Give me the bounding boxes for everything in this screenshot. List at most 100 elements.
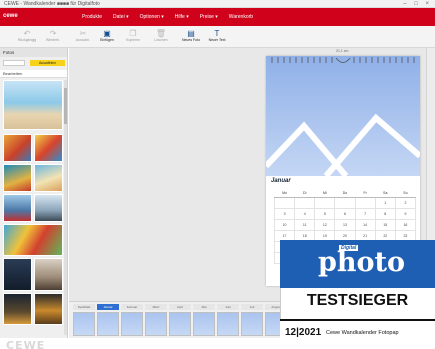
cut-icon: ✂ — [79, 29, 87, 38]
folder-label[interactable]: Bearbeiten — [0, 70, 67, 78]
filmstrip-page-label: März — [145, 304, 167, 310]
paste-button[interactable]: ▣ Einfügen — [94, 29, 120, 42]
calendar-day-cell[interactable]: 9 — [394, 207, 417, 220]
filmstrip-page-preview — [145, 312, 167, 336]
filmstrip-page-label: Mai — [193, 304, 215, 310]
photo-thumbnail[interactable] — [3, 258, 32, 291]
calendar-week-row: 10 11 12 13 14 15 16 — [273, 218, 417, 231]
new-text-label: Neuer Text — [208, 38, 226, 42]
weekday-header: Mi — [314, 189, 335, 198]
calendar-day-cell[interactable]: 16 — [394, 218, 417, 231]
calendar-day-cell[interactable]: 7 — [354, 207, 376, 220]
menu-item-hilfe[interactable]: Hilfe ▾ — [175, 14, 189, 20]
photo-thumbnail[interactable] — [34, 194, 63, 222]
copy-icon: ❐ — [129, 29, 137, 38]
undo-button[interactable]: ↶ Rückgängig — [14, 29, 40, 42]
calendar-day-cell[interactable]: 10 — [273, 218, 296, 231]
photo-thumbnail[interactable] — [3, 134, 32, 162]
filmstrip-page[interactable]: Juli — [241, 304, 263, 337]
new-photo-icon: ▤ — [187, 29, 195, 38]
toolbar: ↶ Rückgängig ↷ Wiederh. ✂ Ausschn. ▣ Einfüge… — [0, 26, 435, 48]
calendar-day-cell[interactable]: 8 — [374, 207, 396, 220]
filmstrip-page[interactable]: Juni — [217, 304, 239, 337]
calendar-month-title: Januar — [271, 178, 291, 184]
delete-button[interactable]: 🗑 Löschen — [148, 29, 174, 42]
filmstrip-page[interactable]: Januar — [97, 304, 119, 337]
new-photo-button[interactable]: ▤ Neues Foto — [178, 29, 204, 42]
filmstrip-page[interactable]: April — [169, 304, 191, 337]
calendar-day-cell[interactable]: 1 — [374, 196, 396, 209]
calendar-day-cell[interactable] — [294, 196, 316, 209]
filmstrip-page-preview — [121, 312, 143, 336]
undo-label: Rückgängig — [17, 38, 37, 42]
menu-item-produkte[interactable]: Produkte — [82, 14, 102, 20]
filmstrip-page-preview — [193, 312, 215, 336]
new-text-button[interactable]: T Neuer Text — [204, 29, 230, 42]
new-text-icon: T — [214, 29, 220, 38]
spiral-binding — [271, 57, 415, 63]
calendar-day-cell[interactable]: 2 — [394, 196, 417, 209]
filmstrip-page[interactable]: Februar — [121, 304, 143, 337]
filmstrip-page-label: April — [169, 304, 191, 310]
badge-issue: 12|2021 — [285, 327, 322, 338]
source-dropdown[interactable] — [3, 60, 25, 66]
photo-thumbnail[interactable] — [3, 194, 32, 222]
window-controls[interactable]: – □ × — [403, 0, 432, 7]
calendar-day-cell[interactable]: 14 — [354, 218, 376, 231]
badge-product: Cewe Wandkalender Fotopap — [326, 330, 399, 336]
photo-panel-scroll-thumb[interactable] — [64, 88, 67, 124]
calendar-week-row: 12 — [273, 196, 417, 209]
redo-button[interactable]: ↷ Wiederh. — [40, 29, 66, 42]
paste-icon: ▣ — [103, 29, 111, 38]
calendar-day-cell[interactable]: 13 — [334, 218, 356, 231]
photo-thumbnail[interactable] — [34, 258, 63, 291]
redo-icon: ↷ — [49, 29, 57, 38]
photo-panel-header: Fotos — [0, 48, 67, 57]
photo-thumbnail[interactable] — [3, 80, 63, 130]
calendar-day-cell[interactable] — [273, 196, 296, 209]
photo-thumbnail[interactable] — [3, 164, 32, 192]
photo-thumbnail[interactable] — [34, 164, 63, 192]
ruler-label: 21,1 cm — [336, 49, 349, 53]
weekday-header: Sa — [375, 189, 396, 198]
badge-magazine-name: photo — [318, 247, 405, 278]
photo-thumbnail[interactable] — [3, 293, 32, 325]
calendar-day-cell[interactable] — [314, 196, 336, 209]
calendar-day-cell[interactable]: 11 — [294, 218, 316, 231]
cut-label: Ausschn. — [75, 38, 91, 42]
new-photo-label: Neues Foto — [181, 38, 201, 42]
photo-thumbnail[interactable] — [3, 224, 63, 256]
app-window: CEWE - Wandkalender ■■■■ für Digitalfoto… — [0, 0, 435, 349]
badge-magazine-prefix: Digital — [339, 245, 359, 251]
weekday-header: Do — [334, 189, 356, 198]
photo-thumbnail[interactable] — [34, 134, 63, 162]
calendar-day-cell[interactable]: 15 — [374, 218, 396, 231]
weekday-header: So — [395, 189, 416, 198]
filmstrip-page[interactable]: Mai — [193, 304, 215, 337]
filmstrip-page-preview — [97, 312, 119, 336]
menu-item-datei[interactable]: Datei ▾ — [113, 14, 129, 20]
calendar-day-cell[interactable] — [334, 196, 356, 209]
filmstrip-page-label: Deckblatt — [73, 304, 95, 310]
calendar-day-cell[interactable]: 5 — [314, 207, 336, 220]
weekday-header: Fr — [355, 189, 376, 198]
calendar-day-cell[interactable]: 4 — [294, 207, 316, 220]
copy-button[interactable]: ❐ Kopieren — [120, 29, 146, 42]
filmstrip-page[interactable]: März — [145, 304, 167, 337]
calendar-photo[interactable] — [266, 56, 420, 176]
weekday-header: Di — [294, 189, 315, 198]
photo-thumbnail[interactable] — [34, 293, 63, 325]
calendar-day-cell[interactable] — [354, 196, 376, 209]
calendar-day-cell[interactable]: 6 — [334, 207, 356, 220]
menu-item-preise[interactable]: Preise ▾ — [200, 14, 218, 20]
calendar-day-cell[interactable]: 3 — [273, 207, 296, 220]
weekday-header: Mo — [274, 189, 295, 198]
cut-button[interactable]: ✂ Ausschn. — [70, 29, 96, 42]
select-photos-button[interactable]: Auswählen — [30, 60, 65, 66]
filmstrip-page[interactable]: Deckblatt — [73, 304, 95, 337]
menu-item-warenkorb[interactable]: Warenkorb — [229, 14, 253, 20]
menu-item-optionen[interactable]: Optionen ▾ — [140, 14, 164, 20]
calendar-day-cell[interactable]: 12 — [314, 218, 336, 231]
photo-panel: Fotos Auswählen Bearbeiten — [0, 48, 68, 338]
filmstrip-page-label: Juli — [241, 304, 263, 310]
